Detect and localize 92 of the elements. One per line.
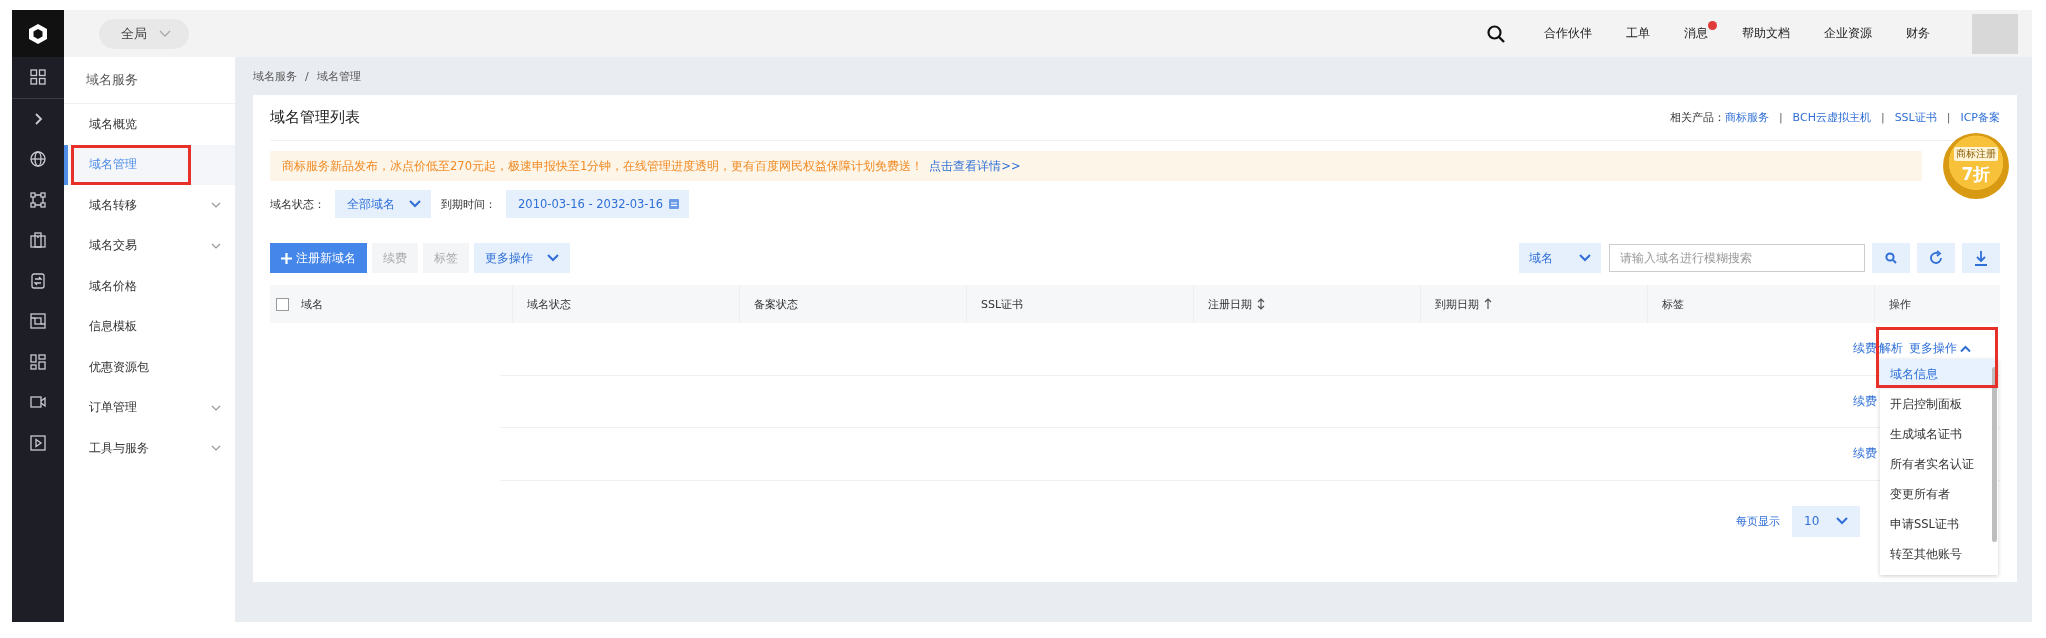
frame-icon[interactable] xyxy=(29,312,47,331)
apps-icon[interactable] xyxy=(29,352,47,371)
sidebar-item[interactable]: 域名价格 xyxy=(64,266,235,307)
register-button[interactable]: 注册新域名 xyxy=(270,243,367,273)
chevron-down-icon xyxy=(1579,254,1591,262)
product-link[interactable]: 商标服务 xyxy=(1724,110,1769,125)
breadcrumb-link[interactable]: 域名管理 xyxy=(316,68,361,84)
column-header[interactable]: 到期日期 xyxy=(1435,296,1479,312)
row-action-link[interactable]: 续费 xyxy=(1853,341,1877,357)
menu-item[interactable]: 申请SSL证书 xyxy=(1880,509,1998,540)
product-link[interactable]: ICP备案 xyxy=(1960,110,2000,125)
nav-link[interactable]: 合作伙伴 xyxy=(1544,26,1592,40)
row-action-link[interactable]: 解析 xyxy=(1879,341,1903,357)
refresh-icon xyxy=(1928,250,1944,266)
link-separator: | xyxy=(1880,111,1885,124)
sort-up-icon[interactable] xyxy=(1484,298,1492,310)
building-icon[interactable] xyxy=(29,231,47,250)
chevron-down-icon xyxy=(1836,517,1848,525)
search-icon[interactable] xyxy=(1486,23,1506,44)
more-actions-toggle[interactable]: 更多操作 xyxy=(1909,341,1971,357)
search-input[interactable]: 请输入域名进行模糊搜索 xyxy=(1609,244,1865,272)
column-header[interactable]: 注册日期 xyxy=(1208,296,1252,312)
nav-link[interactable]: 帮助文档 xyxy=(1742,26,1790,40)
notice-link[interactable]: 点击查看详情>> xyxy=(929,158,1021,174)
logo-icon[interactable] xyxy=(12,10,64,57)
filter-label: 域名状态： xyxy=(270,196,325,212)
grid-icon[interactable] xyxy=(29,68,47,87)
menu-item[interactable]: 开启控制面板 xyxy=(1880,389,1998,420)
column-header[interactable]: 操作 xyxy=(1889,296,1911,312)
sidebar-item[interactable]: 域名概览 xyxy=(64,104,235,145)
menu-item[interactable]: 所有者实名认证 xyxy=(1880,449,1998,480)
select-all-checkbox[interactable] xyxy=(276,297,289,311)
scope-selector[interactable]: 全局 xyxy=(99,18,189,49)
chevron-up-icon xyxy=(1960,344,1971,353)
nav-link[interactable]: 消息 xyxy=(1684,26,1708,40)
chevron-down-icon xyxy=(409,200,421,208)
exchange-icon[interactable] xyxy=(29,271,47,290)
refresh-button[interactable] xyxy=(1917,243,1955,273)
calendar-icon xyxy=(669,199,680,209)
search-button[interactable] xyxy=(1872,243,1910,273)
play-icon[interactable] xyxy=(29,433,47,452)
nav-link[interactable]: 企业资源 xyxy=(1824,26,1872,40)
sort-icon[interactable] xyxy=(1257,298,1265,310)
link-separator: | xyxy=(1946,111,1951,124)
related-label: 相关产品： xyxy=(1669,110,1725,125)
notice-text: 商标服务新品发布，冰点价低至270元起，极速申报快至1分钟，在线管理进度透明，更有百度网民权益保障计划免费送！ xyxy=(282,158,924,174)
column-header[interactable]: 备案状态 xyxy=(754,296,798,312)
column-header[interactable]: 域名 xyxy=(301,296,323,312)
breadcrumb-separator: / xyxy=(305,69,309,83)
product-link[interactable]: BCH云虚拟主机 xyxy=(1792,110,1871,125)
download-button[interactable] xyxy=(1962,243,2000,273)
menu-item[interactable]: 转至其他账号 xyxy=(1880,539,1998,570)
search-icon xyxy=(1885,252,1897,264)
chevron-down-icon xyxy=(159,29,171,38)
download-icon xyxy=(1973,250,1989,266)
product-link[interactable]: SSL证书 xyxy=(1894,110,1937,125)
card-title: 域名管理列表 xyxy=(270,108,360,127)
sidebar-item[interactable]: 优惠资源包 xyxy=(64,347,235,388)
nav-link[interactable]: 工单 xyxy=(1626,26,1650,40)
globe-icon[interactable] xyxy=(29,150,47,169)
breadcrumb-link[interactable]: 域名服务 xyxy=(253,68,297,84)
page-size-label: 每页显示 xyxy=(1736,513,1780,529)
menu-item[interactable]: 生成域名证书 xyxy=(1880,419,1998,450)
plus-icon xyxy=(281,252,292,264)
date-range-field[interactable]: 2010-03-16 - 2032-03-16 xyxy=(506,190,690,218)
command-icon[interactable] xyxy=(29,190,47,209)
scrollbar[interactable] xyxy=(1992,367,1997,543)
column-header[interactable]: SSL证书 xyxy=(981,296,1024,312)
row-action-link[interactable]: 续费 xyxy=(1853,393,1877,409)
chevron-down-icon xyxy=(211,202,221,208)
link-separator: | xyxy=(1778,111,1783,124)
sidebar-item[interactable]: 域名转移 xyxy=(64,185,235,226)
chevron-down-icon xyxy=(547,254,559,262)
chevron-down-icon xyxy=(211,445,221,451)
filter-label: 到期时间： xyxy=(441,196,496,212)
page-size-select[interactable]: 10 xyxy=(1792,505,1860,537)
chevron-down-icon xyxy=(211,242,221,249)
sidebar-item[interactable]: 域名交易 xyxy=(64,225,235,266)
status-select[interactable]: 全部域名 xyxy=(335,190,431,218)
sidebar-item[interactable]: 工具与服务 xyxy=(64,428,235,469)
sidebar-item[interactable]: 订单管理 xyxy=(64,387,235,428)
column-header[interactable]: 域名状态 xyxy=(527,296,571,312)
more-actions-button[interactable]: 更多操作 xyxy=(474,243,570,273)
column-header[interactable]: 标签 xyxy=(1662,296,1684,312)
search-field-select[interactable]: 域名 xyxy=(1519,243,1601,273)
chevron-down-icon xyxy=(211,404,221,411)
promo-badge[interactable]: 商标注册 7折 xyxy=(1943,133,2009,199)
sidebar-title: 域名服务 xyxy=(64,57,235,104)
row-action-link[interactable]: 续费 xyxy=(1853,446,1877,462)
menu-item[interactable]: 变更所有者 xyxy=(1880,479,1998,510)
sidebar-item[interactable]: 信息模板 xyxy=(64,306,235,347)
nav-link[interactable]: 财务 xyxy=(1906,26,1930,40)
